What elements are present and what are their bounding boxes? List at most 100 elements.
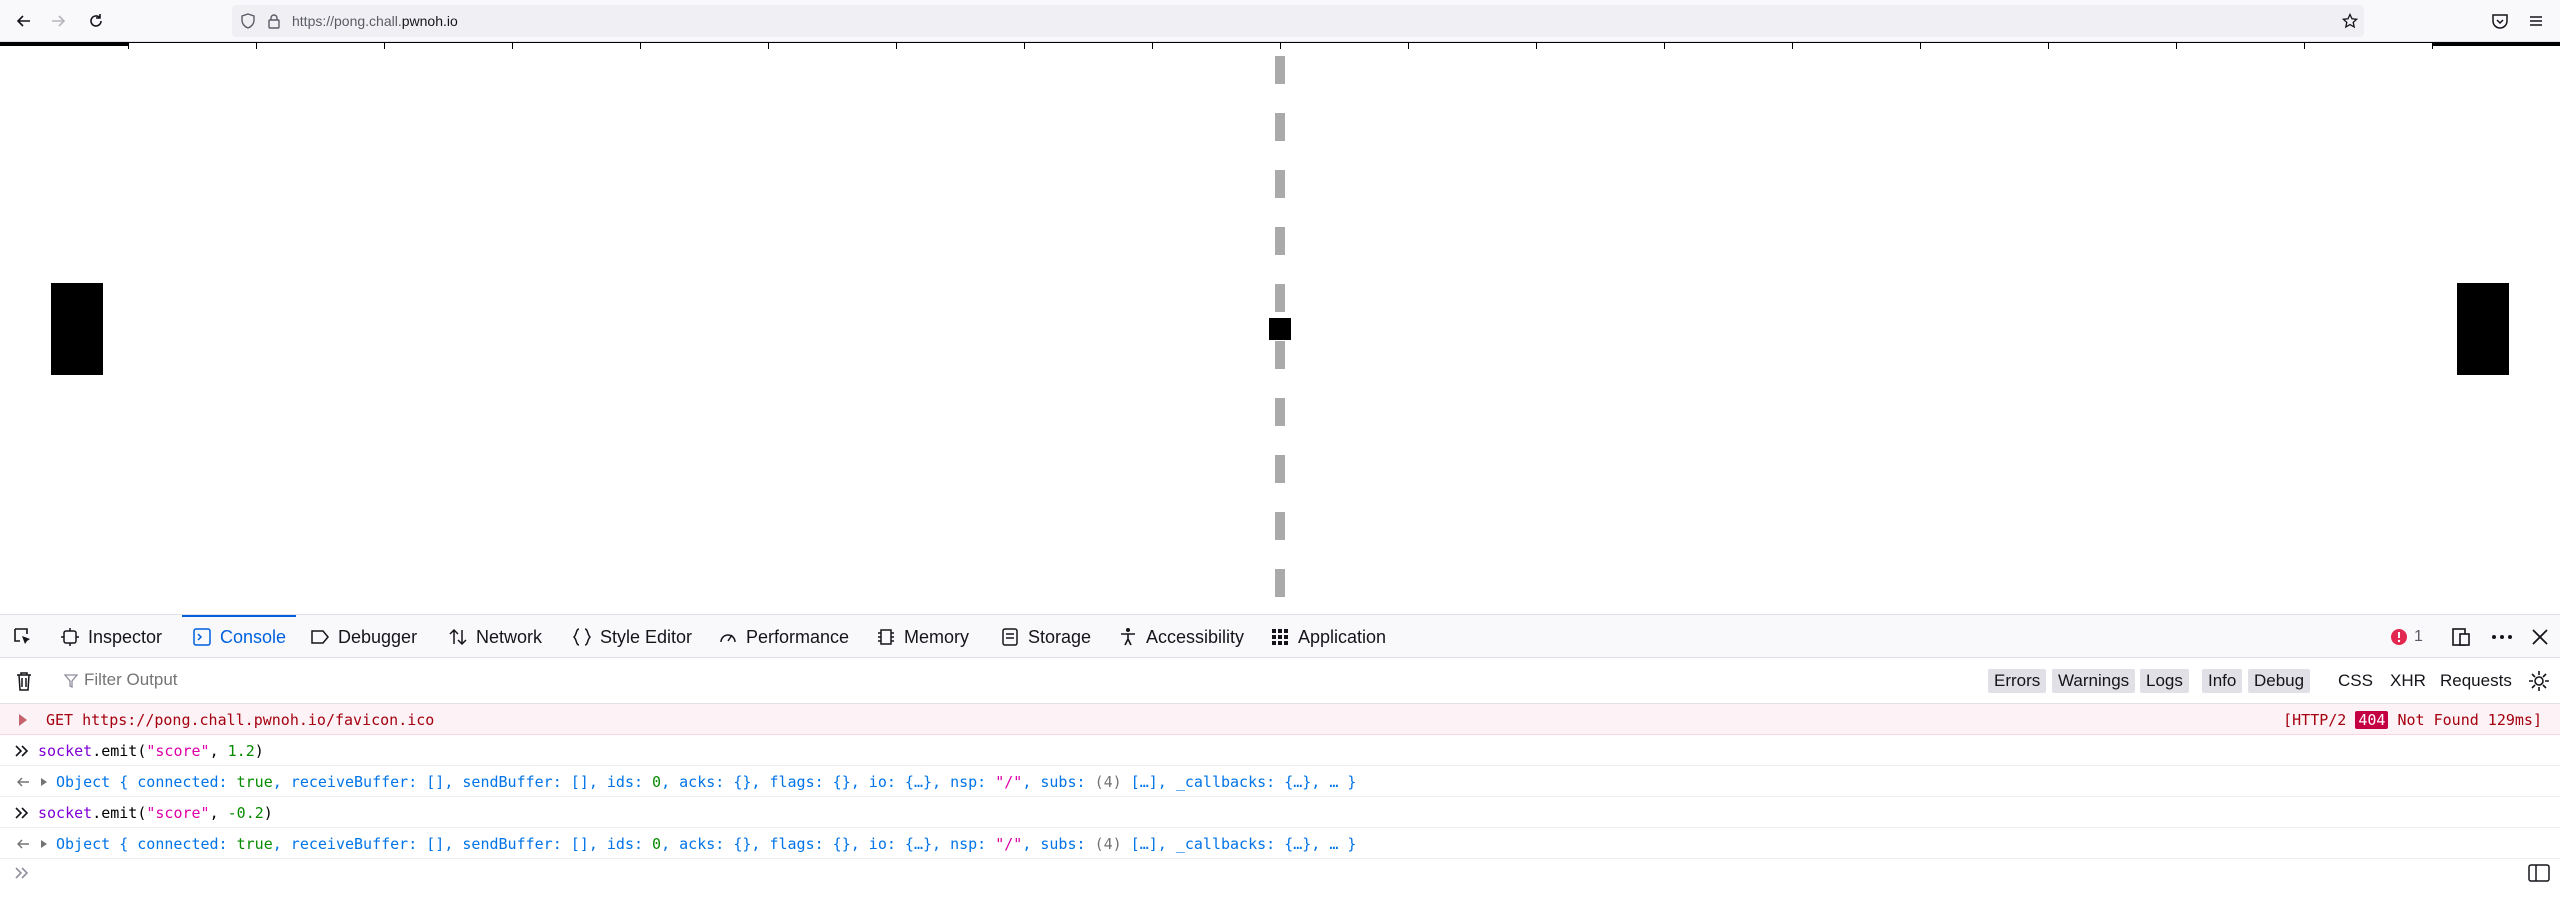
- error-count-badge[interactable]: 1: [2390, 615, 2423, 659]
- reload-button[interactable]: [84, 9, 108, 33]
- request-url[interactable]: https://pong.chall.pwnoh.io/favicon.ico: [82, 711, 434, 729]
- status-code-badge: 404: [2355, 711, 2389, 729]
- tab-storage[interactable]: Storage: [1000, 615, 1091, 659]
- application-icon: [1270, 627, 1290, 647]
- center-line-dash: [1275, 569, 1285, 597]
- browser-toolbar: https://pong.chall.pwnoh.io: [0, 0, 2560, 42]
- ruler-tick: [1280, 43, 1281, 49]
- close-icon: [2532, 629, 2548, 645]
- shield-icon[interactable]: [240, 13, 256, 29]
- tab-inspector[interactable]: Inspector: [60, 615, 162, 659]
- error-icon: [2391, 629, 2407, 645]
- back-button[interactable]: [12, 9, 36, 33]
- tab-network[interactable]: Network: [448, 615, 542, 659]
- ball: [1269, 318, 1291, 340]
- result-value: 0: [652, 773, 662, 791]
- console-error-row[interactable]: GET https://pong.chall.pwnoh.io/favicon.…: [0, 704, 2560, 735]
- tab-label: Accessibility: [1146, 626, 1245, 647]
- tab-debugger[interactable]: Debugger: [310, 615, 417, 659]
- tab-label: Storage: [1028, 626, 1092, 647]
- console-input-row[interactable]: socket.emit("score", -0.2): [0, 797, 2560, 828]
- dock-icon: [2452, 628, 2470, 646]
- cmd-arg2: 1.2: [227, 742, 255, 760]
- result-arrow-icon: [17, 839, 29, 849]
- ruler-tick: [2048, 43, 2049, 49]
- tab-label: Style Editor: [600, 626, 693, 647]
- devtools-menu-button[interactable]: [2490, 615, 2514, 659]
- result-part: , acks: {}, flags: {}, io: {…}, nsp:: [661, 835, 996, 853]
- console-input-row[interactable]: socket.emit("score", 1.2): [0, 735, 2560, 766]
- tab-performance[interactable]: Performance: [718, 615, 849, 659]
- ruler-tick: [1024, 43, 1025, 49]
- result-arrow-icon: [17, 777, 29, 787]
- result-part: Object { connected:: [56, 773, 237, 791]
- devtools-close-button[interactable]: [2530, 615, 2550, 659]
- filter-warnings[interactable]: Warnings: [2052, 669, 2136, 693]
- console-settings-button[interactable]: [2528, 670, 2550, 697]
- status-suffix: Not Found 129ms]: [2397, 711, 2543, 729]
- app-menu-button[interactable]: [2524, 9, 2548, 33]
- center-line-dash: [1275, 284, 1285, 312]
- pong-game-canvas[interactable]: [0, 42, 2560, 614]
- ruler-tick: [384, 43, 385, 49]
- console-result-row[interactable]: Object { connected: true, receiveBuffer:…: [0, 766, 2560, 797]
- inspector-icon: [60, 627, 80, 647]
- console-output: GET https://pong.chall.pwnoh.io/favicon.…: [0, 704, 2560, 916]
- ruler-tick: [768, 43, 769, 49]
- filter-requests[interactable]: Requests: [2440, 669, 2512, 693]
- ruler-tick: [2176, 43, 2177, 49]
- element-picker-button[interactable]: [12, 615, 34, 659]
- expand-triangle-icon[interactable]: [14, 711, 32, 729]
- filter-xhr[interactable]: XHR: [2390, 669, 2426, 693]
- url-bar[interactable]: https://pong.chall.pwnoh.io: [232, 5, 2364, 37]
- tab-application[interactable]: Application: [1270, 615, 1386, 659]
- forward-button[interactable]: [46, 9, 70, 33]
- more-dots-icon: [2492, 635, 2512, 639]
- result-value: "/": [995, 835, 1023, 853]
- ruler-tick: [2304, 43, 2305, 49]
- tab-label: Inspector: [88, 626, 163, 647]
- dock-toggle-button[interactable]: [2450, 615, 2472, 659]
- filter-info[interactable]: Info: [2202, 669, 2243, 693]
- request-method: GET: [46, 711, 74, 729]
- top-wall-ruler: [128, 42, 2433, 49]
- prompt-chevron-icon: [15, 867, 29, 879]
- center-line-dash: [1275, 56, 1285, 84]
- url-prefix: https://pong.chall.: [292, 13, 402, 29]
- bookmark-star-icon[interactable]: [2342, 13, 2358, 29]
- expand-object-icon[interactable]: [38, 838, 50, 850]
- filter-output-input[interactable]: [84, 670, 684, 690]
- tab-accessibility[interactable]: Accessibility: [1118, 615, 1244, 659]
- lock-icon[interactable]: [266, 13, 282, 29]
- tab-label: Network: [476, 626, 543, 647]
- filter-debug[interactable]: Debug: [2248, 669, 2311, 693]
- ruler-tick: [512, 43, 513, 49]
- tab-memory[interactable]: Memory: [876, 615, 969, 659]
- memory-icon: [876, 627, 896, 647]
- pocket-button[interactable]: [2488, 9, 2512, 33]
- filter-logs[interactable]: Logs: [2140, 669, 2189, 693]
- ruler-tick: [1152, 43, 1153, 49]
- result-value: (4): [1094, 773, 1122, 791]
- result-value: "/": [995, 773, 1023, 791]
- left-paddle: [51, 283, 103, 375]
- filter-css[interactable]: CSS: [2338, 669, 2373, 693]
- filter-icon: [64, 674, 78, 688]
- console-prompt[interactable]: [0, 858, 2560, 888]
- center-line-dash: [1275, 398, 1285, 426]
- clear-console-button[interactable]: [14, 670, 34, 697]
- tab-console[interactable]: Console: [181, 615, 297, 659]
- error-count: 1: [2414, 628, 2423, 645]
- forward-arrow-icon: [52, 15, 66, 27]
- editor-mode-icon[interactable]: [2528, 864, 2550, 882]
- expand-object-icon[interactable]: [38, 776, 50, 788]
- reload-icon: [90, 14, 102, 27]
- console-icon: [192, 627, 212, 647]
- style-editor-icon: [572, 627, 592, 647]
- console-result-row[interactable]: Object { connected: true, receiveBuffer:…: [0, 828, 2560, 859]
- filter-errors[interactable]: Errors: [1988, 669, 2047, 693]
- tab-style-editor[interactable]: Style Editor: [572, 615, 692, 659]
- center-line-dash: [1275, 512, 1285, 540]
- result-value: (4): [1094, 835, 1122, 853]
- ruler-tick: [256, 43, 257, 49]
